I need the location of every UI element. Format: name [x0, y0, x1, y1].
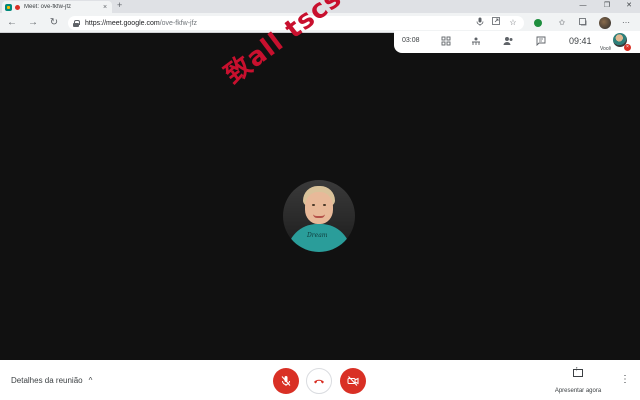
- participant-eye: [312, 204, 315, 206]
- url-host: https://meet.google.com: [85, 19, 160, 27]
- participant-eye: [323, 204, 326, 206]
- recording-dot-icon: [15, 4, 20, 10]
- participant-shirt-text: Dream: [307, 232, 328, 239]
- url-text: https://meet.google.com/ove-fkfw-jfz: [85, 20, 197, 27]
- chevron-up-icon: ^: [88, 376, 93, 385]
- present-now-label: Apresentar agora: [554, 388, 602, 394]
- meeting-clock: 09:41: [569, 36, 592, 46]
- browser-profile-avatar[interactable]: [599, 17, 611, 29]
- tab-close-icon[interactable]: ×: [101, 4, 109, 11]
- present-icon: [573, 366, 583, 377]
- maximize-button[interactable]: ❐: [596, 0, 618, 12]
- close-window-button[interactable]: ✕: [618, 0, 640, 12]
- minimize-button[interactable]: —: [572, 0, 594, 12]
- microphone-icon[interactable]: [474, 17, 486, 29]
- collections-icon[interactable]: ✩: [556, 17, 568, 29]
- hangup-button[interactable]: [306, 368, 332, 394]
- chat-icon[interactable]: [535, 36, 547, 48]
- mic-off-icon: [281, 376, 291, 386]
- browser-tab-meet[interactable]: Meet: ove-fkfw-jfz ×: [2, 1, 112, 13]
- hangup-icon: [314, 379, 324, 384]
- grid-icon[interactable]: [440, 36, 452, 48]
- bookmark-star-icon[interactable]: ☆: [507, 17, 519, 29]
- camera-toggle-button[interactable]: [340, 368, 366, 394]
- mic-toggle-button[interactable]: [273, 368, 299, 394]
- extension-green-icon[interactable]: [534, 19, 542, 27]
- layout-icon[interactable]: [470, 36, 482, 48]
- self-mic-off-icon: ×: [624, 44, 631, 51]
- participant-avatar: Dream: [283, 180, 355, 252]
- meeting-details-button[interactable]: Detalhes da reunião ^: [11, 376, 92, 385]
- camera-off-icon: [347, 376, 359, 386]
- profile-collections-icon[interactable]: [577, 17, 589, 29]
- meeting-controls-bar: Detalhes da reunião ^ Apresentar agora ⋮: [0, 360, 640, 400]
- browser-menu-icon[interactable]: ⋯: [620, 17, 632, 29]
- lock-icon[interactable]: [73, 19, 80, 27]
- participant-face: [305, 192, 333, 224]
- url-path: /ove-fkfw-jfz: [159, 19, 198, 27]
- elapsed-time: 03:08: [402, 37, 420, 44]
- reload-button[interactable]: ↻: [47, 16, 61, 30]
- back-button[interactable]: ←: [5, 16, 19, 30]
- open-in-app-icon[interactable]: [490, 17, 502, 29]
- tab-title: Meet: ove-fkfw-jfz: [24, 4, 72, 10]
- meeting-info-panel: 03:08 09:41 Você ×: [394, 31, 640, 53]
- meeting-details-label: Detalhes da reunião: [11, 376, 83, 385]
- new-tab-button[interactable]: +: [117, 0, 122, 10]
- people-icon[interactable]: [502, 36, 514, 48]
- forward-button[interactable]: →: [26, 16, 40, 30]
- more-options-icon[interactable]: ⋮: [620, 374, 630, 385]
- self-label: Você: [600, 46, 612, 52]
- meet-favicon-icon: [5, 3, 12, 11]
- present-now-button[interactable]: Apresentar agora: [548, 366, 608, 397]
